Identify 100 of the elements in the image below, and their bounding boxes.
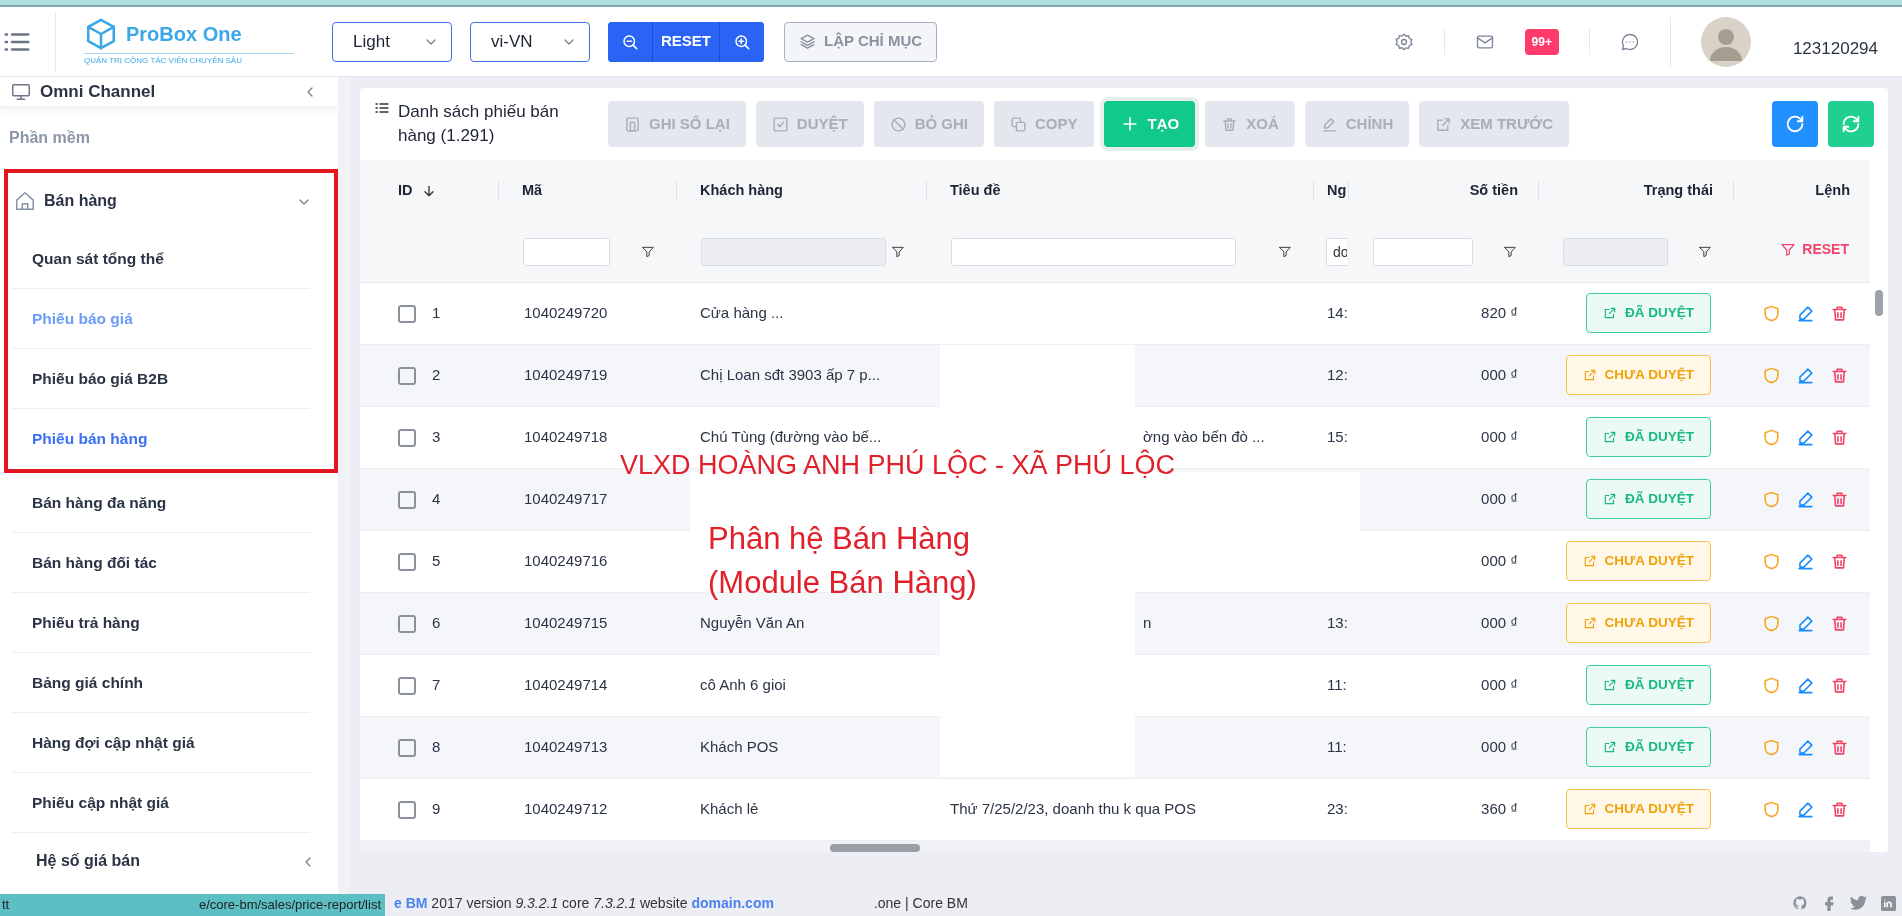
pencil-icon[interactable] (1796, 737, 1815, 757)
row-checkbox[interactable] (398, 552, 416, 571)
table-cell: 1040249715 (524, 613, 608, 631)
shield-icon[interactable] (1762, 737, 1781, 757)
external-link-icon (1582, 554, 1597, 568)
pencil-icon[interactable] (1796, 613, 1815, 633)
row-checkbox[interactable] (398, 614, 416, 633)
column-header[interactable]: Tiêu đề (950, 180, 1001, 202)
filter-icon[interactable] (641, 244, 655, 259)
filter-field[interactable] (523, 237, 610, 266)
row-checkbox[interactable] (398, 428, 416, 447)
trash-icon[interactable] (1830, 799, 1849, 819)
status-button[interactable]: ĐÃ DUYỆT (1586, 479, 1711, 519)
table-cell: Nguyễn Văn An (700, 613, 805, 631)
pencil-icon[interactable] (1796, 551, 1815, 571)
table-cell: 1040249712 (524, 799, 608, 817)
trash-icon[interactable] (1830, 551, 1849, 571)
language-select[interactable]: vi-VN (470, 21, 590, 62)
status-button[interactable]: ĐÃ DUYỆT (1586, 665, 1711, 705)
shield-icon[interactable] (1762, 489, 1781, 509)
table-cell: 1040249718 (524, 427, 608, 445)
theme-select[interactable]: Light (332, 21, 452, 62)
trash-icon[interactable] (1830, 489, 1849, 509)
column-header[interactable]: ID (398, 180, 437, 202)
filter-icon[interactable] (1698, 244, 1712, 259)
sidebar-group[interactable]: Hệ số giá bán (0, 833, 338, 889)
column-header[interactable]: Số tiền (1469, 180, 1518, 202)
sync-button[interactable] (1828, 101, 1874, 147)
external-link-icon (1582, 616, 1597, 630)
github-icon[interactable] (1792, 895, 1808, 911)
shield-icon[interactable] (1762, 365, 1781, 385)
status-button[interactable]: ĐÃ DUYỆT (1586, 727, 1711, 767)
logo[interactable]: ProBox One QUẢN TRỊ CỘNG TÁC VIÊN CHUYÊN SÂU (84, 16, 294, 67)
trash-icon[interactable] (1830, 303, 1849, 323)
trash-icon[interactable] (1830, 613, 1849, 633)
twitter-icon[interactable] (1850, 895, 1867, 911)
pencil-icon[interactable] (1796, 365, 1815, 385)
row-checkbox[interactable] (398, 490, 416, 509)
pencil-icon[interactable] (1796, 303, 1815, 323)
filter-icon[interactable] (1503, 244, 1517, 259)
column-header[interactable]: Mã (522, 180, 543, 202)
filter-field[interactable] (1373, 237, 1473, 266)
notification-badge[interactable]: 99+ (1524, 28, 1559, 55)
section-label: Phần mềm (8, 128, 91, 148)
pencil-icon[interactable] (1796, 427, 1815, 447)
column-header[interactable]: Khách hàng (700, 180, 783, 202)
status-button[interactable]: ĐÃ DUYỆT (1586, 417, 1711, 457)
refresh-button[interactable] (1772, 101, 1818, 147)
table-cell: 1040249720 (524, 303, 608, 321)
shield-icon[interactable] (1762, 427, 1781, 447)
row-checkbox[interactable] (398, 800, 416, 819)
column-header[interactable]: Trạng thái (1643, 180, 1713, 202)
external-link-icon (1603, 678, 1617, 692)
sidebar-item[interactable]: Phiếu báo giá B2B (4, 349, 338, 409)
trash-icon[interactable] (1830, 737, 1849, 757)
pencil-icon[interactable] (1796, 489, 1815, 509)
trash-icon[interactable] (1830, 675, 1849, 695)
row-checkbox[interactable] (398, 366, 416, 385)
sidebar-item[interactable]: Omni Channel (10, 78, 156, 105)
sync-icon (1840, 113, 1862, 135)
row-checkbox[interactable] (398, 304, 416, 323)
status-button[interactable]: ĐÃ DUYỆT (1586, 293, 1711, 333)
facebook-icon[interactable] (1822, 895, 1836, 911)
row-number: 2 (432, 365, 441, 383)
table-cell: Thứ 7/25/2/23, doanh thu k qua POS (950, 799, 1197, 817)
table-cell: 14: (1327, 303, 1348, 321)
row-number: 7 (432, 675, 441, 693)
zoom-in-icon (733, 32, 751, 51)
pencil-icon[interactable] (1796, 675, 1815, 695)
filter-icon[interactable] (891, 244, 905, 259)
table-cell: 000 ₫ (1481, 489, 1518, 507)
shield-icon[interactable] (1762, 551, 1781, 571)
trash-icon[interactable] (1830, 427, 1849, 447)
row-checkbox[interactable] (398, 738, 416, 757)
footer-text: .one | Core BM (873, 893, 968, 913)
shield-icon[interactable] (1762, 799, 1781, 819)
row-checkbox[interactable] (398, 676, 416, 695)
pencil-icon[interactable] (1796, 799, 1815, 819)
chat-icon[interactable] (1619, 31, 1640, 52)
trash-icon[interactable] (1830, 365, 1849, 385)
shield-icon[interactable] (1762, 675, 1781, 695)
settings-icon[interactable] (1393, 31, 1414, 52)
index-button[interactable]: LẬP CHỈ MỤC (784, 21, 938, 62)
sidebar-item[interactable]: Phiếu báo giá (4, 289, 338, 349)
shield-icon[interactable] (1762, 613, 1781, 633)
website-link[interactable]: domain.com (691, 892, 774, 914)
avatar[interactable] (1700, 16, 1751, 67)
table-cell: 1040249719 (524, 365, 608, 383)
row-number: 5 (432, 551, 441, 569)
status-url: e/core-bm/sales/price-report/list (198, 896, 381, 915)
zoom-reset-button[interactable]: RESET (652, 21, 720, 62)
reset-filters-link[interactable]: RESET (1780, 239, 1849, 261)
filter-field[interactable] (951, 237, 1236, 266)
shield-icon[interactable] (1762, 303, 1781, 323)
copy-icon (1010, 115, 1028, 133)
filter-icon[interactable] (1278, 244, 1292, 259)
sidebar-item[interactable]: Quan sát tổng thể (4, 229, 338, 289)
linkedin-icon[interactable] (1881, 895, 1896, 911)
table-cell: ờng vào bến đò ... (1143, 427, 1265, 445)
column-header[interactable]: Lệnh (1815, 180, 1850, 202)
